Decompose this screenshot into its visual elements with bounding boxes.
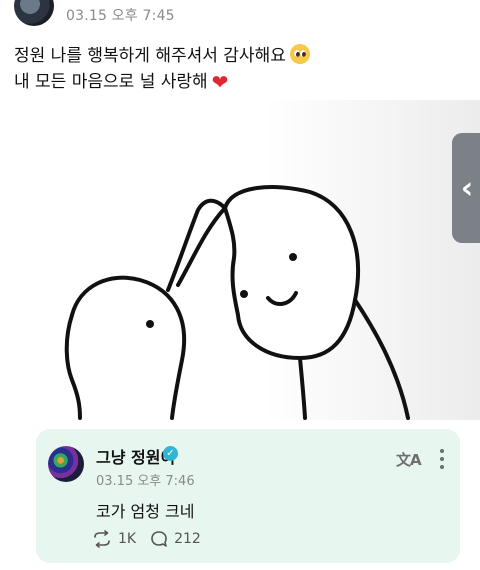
quoted-post[interactable]: 그냥 정원이 ✓ 03.15 오후 7:46 文A 코가 엄청 크네 1K 21…	[36, 429, 460, 563]
post-timestamp: 03.15 오후 7:45	[66, 8, 175, 24]
repost-icon[interactable]	[92, 530, 112, 548]
chevron-left-icon: ‹	[460, 170, 474, 206]
side-panel-handle[interactable]: ‹	[452, 133, 480, 243]
reply-icon[interactable]	[150, 530, 168, 548]
quoted-post-timestamp: 03.15 오후 7:46	[96, 474, 195, 489]
reply-count[interactable]: 212	[174, 531, 201, 547]
verified-badge-icon: ✓	[163, 446, 178, 461]
big-character-head	[223, 185, 360, 360]
heart-icon: ❤	[211, 70, 229, 94]
post-image[interactable]	[0, 100, 480, 420]
post-text-2: 내 모든 마음으로 널 사랑해	[14, 72, 208, 92]
author-avatar[interactable]	[14, 0, 54, 26]
post-text-line-2: 내 모든 마음으로 널 사랑해 ❤	[14, 67, 228, 94]
translate-icon[interactable]: 文A	[396, 449, 422, 470]
small-character-eye	[146, 320, 154, 328]
big-character-eye-right	[289, 253, 297, 261]
quoted-post-text: 코가 엄청 크네	[96, 502, 195, 521]
quoted-post-actions: 1K 212	[92, 530, 201, 548]
big-character-eye-left	[240, 290, 248, 298]
quoted-author-avatar[interactable]	[48, 446, 84, 482]
repost-count[interactable]: 1K	[118, 531, 136, 547]
post-text-1: 정원 나를 행복하게 해주셔서 감사해요	[14, 46, 286, 66]
more-options-icon[interactable]	[434, 447, 450, 471]
post-text-line-1: 정원 나를 행복하게 해주셔서 감사해요	[14, 41, 310, 66]
pleading-face-icon	[289, 44, 310, 64]
